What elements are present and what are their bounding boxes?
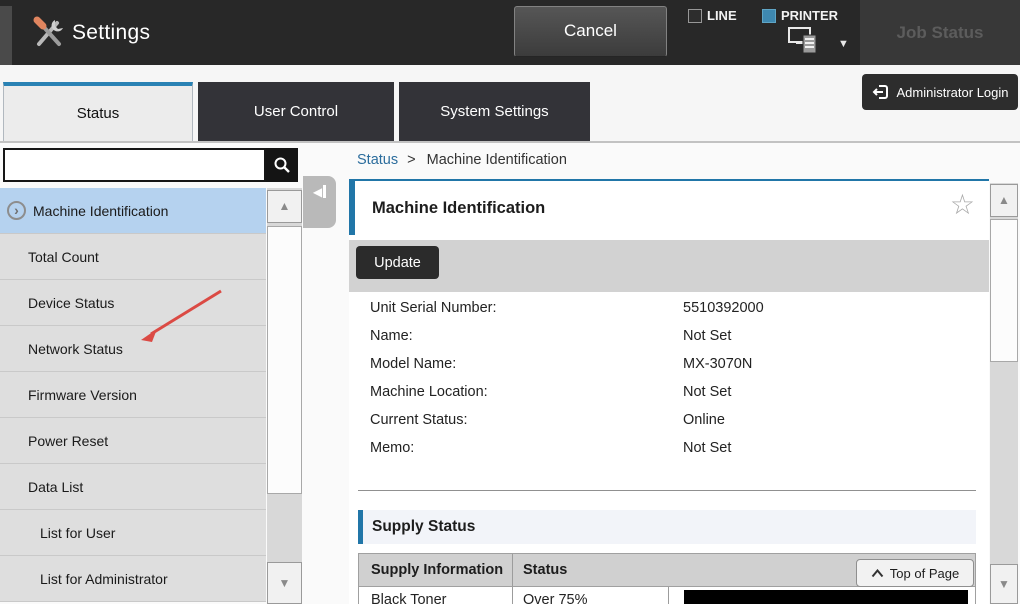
line-indicator bbox=[688, 9, 702, 23]
chevron-circle-icon: › bbox=[7, 201, 26, 220]
column-header-supply-information: Supply Information bbox=[371, 554, 503, 586]
column-header-status: Status bbox=[523, 554, 567, 586]
column-divider bbox=[668, 587, 669, 604]
tab-system-settings[interactable]: System Settings bbox=[399, 82, 590, 141]
collapse-arrow-icon: ◀ bbox=[313, 185, 322, 228]
field-label: Name: bbox=[370, 322, 413, 350]
field-label: Current Status: bbox=[370, 406, 468, 434]
field-model-name: Model Name: MX-3070N bbox=[349, 350, 989, 378]
sidebar-collapse-handle[interactable]: ◀ bbox=[303, 176, 336, 228]
tab-bar: Status User Control System Settings Admi… bbox=[0, 65, 1020, 143]
field-label: Unit Serial Number: bbox=[370, 294, 497, 322]
field-value: Not Set bbox=[683, 434, 731, 462]
printer-monitor-icon[interactable] bbox=[786, 26, 822, 56]
sidebar-item-network-status[interactable]: Network Status bbox=[0, 326, 266, 372]
search-icon bbox=[272, 155, 292, 175]
field-label: Model Name: bbox=[370, 350, 456, 378]
field-label: Machine Location: bbox=[370, 378, 488, 406]
update-toolbar: Update bbox=[349, 240, 989, 292]
breadcrumb: Status > Machine Identification bbox=[357, 152, 567, 168]
search-input[interactable] bbox=[3, 148, 266, 182]
field-label: Memo: bbox=[370, 434, 414, 462]
field-unit-serial-number: Unit Serial Number: 5510392000 bbox=[349, 294, 989, 322]
printer-dropdown-arrow-icon[interactable]: ▼ bbox=[838, 38, 849, 50]
sidebar-item-label: List for Administrator bbox=[40, 571, 168, 587]
app-title: Settings bbox=[72, 0, 150, 65]
accent-bar bbox=[358, 510, 363, 544]
main-panel: Machine Identification ☆ Update Unit Ser… bbox=[349, 179, 989, 604]
tab-status[interactable]: Status bbox=[3, 82, 193, 141]
field-value: 5510392000 bbox=[683, 294, 764, 322]
sidebar-item-firmware-version[interactable]: Firmware Version bbox=[0, 372, 266, 418]
top-of-page-button[interactable]: Top of Page bbox=[856, 559, 974, 587]
field-memo: Memo: Not Set bbox=[349, 434, 989, 462]
field-current-status: Current Status: Online bbox=[349, 406, 989, 434]
section-header: Machine Identification ☆ bbox=[349, 179, 989, 235]
supply-name: Black Toner bbox=[371, 592, 447, 604]
field-value: Not Set bbox=[683, 378, 731, 406]
tab-user-control[interactable]: User Control bbox=[198, 82, 394, 141]
login-icon bbox=[872, 83, 890, 101]
caret-up-icon bbox=[871, 569, 884, 578]
sidebar-item-label: Machine Identification bbox=[33, 203, 168, 219]
collapse-bar-icon bbox=[323, 185, 326, 198]
column-divider bbox=[512, 554, 513, 586]
administrator-login-button[interactable]: Administrator Login bbox=[862, 74, 1018, 110]
breadcrumb-current: Machine Identification bbox=[427, 152, 567, 168]
printer-indicator bbox=[762, 9, 776, 23]
supply-table-row: Black Toner Over 75% bbox=[358, 587, 976, 604]
sidebar-item-device-status[interactable]: Device Status bbox=[0, 280, 266, 326]
sidebar-item-label: Network Status bbox=[28, 341, 123, 357]
settings-screen: Settings Cancel LINE PRINTER ▼ Job Statu… bbox=[0, 0, 1020, 604]
top-bar: Settings Cancel LINE PRINTER ▼ Job Statu… bbox=[0, 0, 1020, 65]
main-scrollbar-thumb[interactable] bbox=[990, 219, 1018, 362]
field-value: Online bbox=[683, 406, 725, 434]
sidebar-item-label: List for User bbox=[40, 525, 115, 541]
sidebar-item-label: Data List bbox=[28, 479, 83, 495]
breadcrumb-separator: > bbox=[407, 152, 415, 168]
sidebar-item-machine-identification[interactable]: › Machine Identification bbox=[0, 188, 266, 234]
main-scroll-down-button[interactable]: ▼ bbox=[990, 564, 1018, 604]
printer-indicator-label: PRINTER bbox=[781, 8, 838, 23]
search-button[interactable] bbox=[266, 148, 298, 182]
wrench-screwdriver-icon bbox=[31, 14, 67, 52]
column-divider bbox=[512, 587, 513, 604]
sidebar-item-power-reset[interactable]: Power Reset bbox=[0, 418, 266, 464]
sidebar-item-label: Device Status bbox=[28, 295, 114, 311]
administrator-login-label: Administrator Login bbox=[897, 85, 1009, 100]
favorite-star-icon[interactable]: ☆ bbox=[950, 188, 975, 221]
sidebar-item-data-list[interactable]: Data List bbox=[0, 464, 266, 510]
section-divider bbox=[358, 490, 976, 491]
field-name: Name: Not Set bbox=[349, 322, 989, 350]
supply-status-value: Over 75% bbox=[523, 592, 587, 604]
field-value: Not Set bbox=[683, 322, 731, 350]
sidebar-item-label: Firmware Version bbox=[28, 387, 137, 403]
page-title: Machine Identification bbox=[372, 181, 545, 235]
main-scroll-up-button[interactable]: ▲ bbox=[990, 184, 1018, 217]
sidebar-scroll-up-button[interactable]: ▲ bbox=[267, 190, 302, 223]
topbar-edge-strip bbox=[0, 6, 12, 65]
breadcrumb-parent-link[interactable]: Status bbox=[357, 152, 398, 168]
line-indicator-label: LINE bbox=[707, 8, 737, 23]
top-of-page-label: Top of Page bbox=[890, 566, 959, 581]
cancel-button[interactable]: Cancel bbox=[514, 6, 667, 57]
job-status-button[interactable]: Job Status bbox=[860, 0, 1020, 65]
sidebar-scrollbar-thumb[interactable] bbox=[267, 226, 302, 494]
update-button[interactable]: Update bbox=[356, 246, 439, 279]
supply-status-header: Supply Status bbox=[358, 510, 976, 544]
field-value: MX-3070N bbox=[683, 350, 752, 378]
supply-status-title: Supply Status bbox=[372, 510, 475, 544]
sidebar-item-label: Power Reset bbox=[28, 433, 108, 449]
sidebar-item-label: Total Count bbox=[28, 249, 99, 265]
black-toner-level-bar bbox=[684, 590, 968, 604]
sidebar-item-list-for-administrator[interactable]: List for Administrator bbox=[0, 556, 266, 602]
sidebar-item-list-for-user[interactable]: List for User bbox=[0, 510, 266, 556]
sidebar-scroll-down-button[interactable]: ▼ bbox=[267, 562, 302, 604]
sidebar-item-total-count[interactable]: Total Count bbox=[0, 234, 266, 280]
field-machine-location: Machine Location: Not Set bbox=[349, 378, 989, 406]
